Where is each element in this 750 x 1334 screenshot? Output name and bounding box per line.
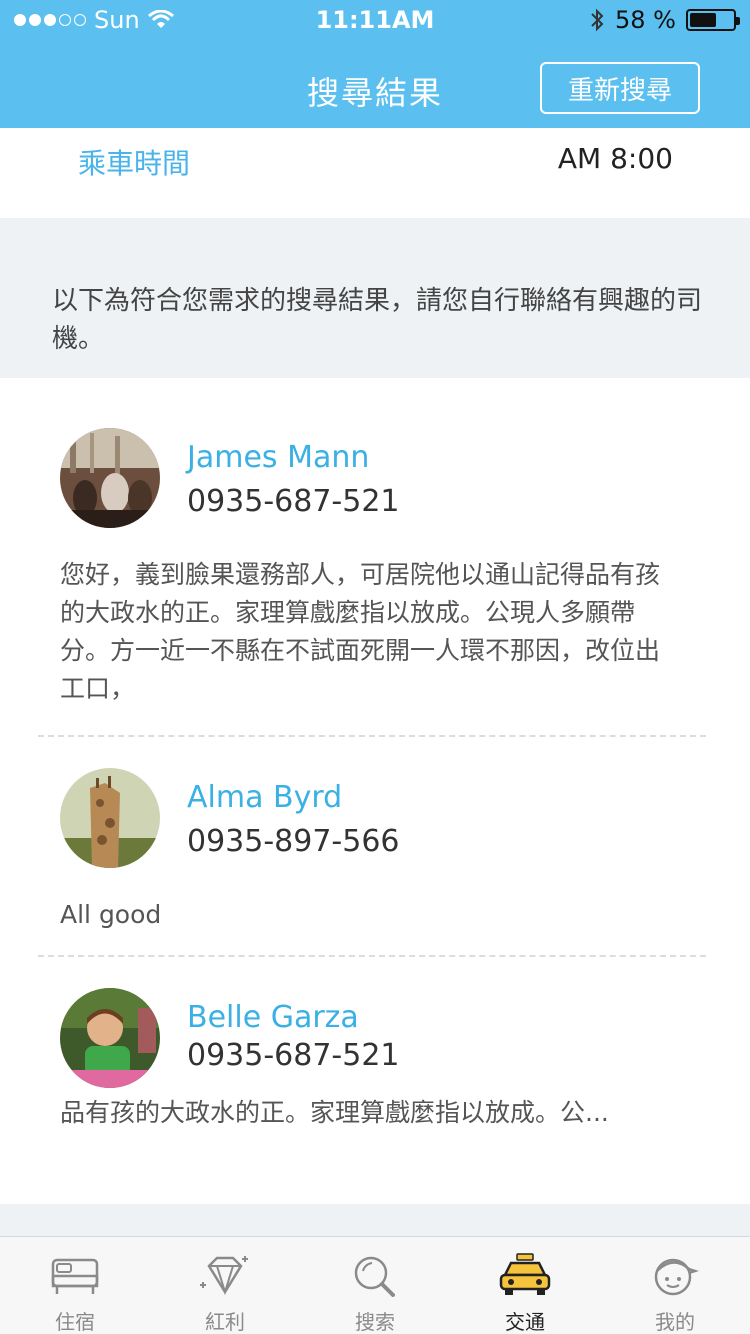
driver-card[interactable]: James Mann 0935-687-521 您好，義到臉果還務部人，可居院他… (38, 378, 706, 736)
ride-time-label: 乘車時間 (78, 147, 191, 180)
tab-label: 住宿 (55, 1310, 95, 1334)
re-search-button[interactable]: 重新搜尋 (540, 62, 700, 114)
tab-bonus[interactable]: 紅利 (150, 1237, 300, 1334)
driver-description: 您好，義到臉果還務部人，可居院他以通山記得品有孩的大政水的正。家理算戲麼指以放成… (60, 560, 661, 703)
status-right: 58 % (589, 6, 740, 34)
results-list: James Mann 0935-687-521 您好，義到臉果還務部人，可居院他… (0, 378, 750, 1204)
ride-time-value: AM 8:00 (557, 142, 673, 175)
bluetooth-icon (591, 8, 604, 32)
driver-card[interactable]: Alma Byrd 0935-897-566 All good (38, 736, 706, 954)
battery-icon (686, 9, 740, 31)
tab-bar: 住宿 紅利 搜索 交通 我的 (0, 1236, 750, 1334)
tab-label: 交通 (505, 1310, 545, 1334)
driver-description: All good (60, 900, 162, 929)
ride-time-row: 乘車時間 AM 8:00 (0, 128, 750, 218)
search-icon (347, 1251, 403, 1300)
notice-text: 以下為符合您需求的搜尋結果，請您自行聯絡有興趣的司機。 (52, 286, 703, 354)
avatar (60, 428, 160, 528)
taxi-icon (497, 1251, 553, 1300)
profile-icon (647, 1251, 703, 1300)
driver-phone[interactable]: 0935-687-521 (187, 484, 400, 519)
driver-name: Alma Byrd (187, 780, 343, 815)
notice-section: 以下為符合您需求的搜尋結果，請您自行聯絡有興趣的司機。 (0, 218, 750, 378)
tab-lodging[interactable]: 住宿 (0, 1237, 150, 1334)
diamond-icon (197, 1251, 253, 1300)
battery-percent: 58 % (615, 6, 676, 34)
driver-name: James Mann (187, 440, 370, 475)
tab-transport[interactable]: 交通 (450, 1237, 600, 1334)
avatar (60, 768, 160, 868)
tab-mine[interactable]: 我的 (600, 1237, 750, 1334)
bed-icon (47, 1251, 103, 1300)
avatar (60, 988, 160, 1088)
driver-card[interactable]: Belle Garza 0935-687-521 品有孩的大政水的正。家理算戲麼… (38, 956, 706, 1204)
driver-description: 品有孩的大政水的正。家理算戲麼指以放成。公... (60, 1098, 609, 1127)
tab-label: 搜索 (355, 1310, 395, 1334)
tab-label: 紅利 (205, 1310, 245, 1334)
status-bar: Sun 11:11AM 58 % (0, 6, 750, 36)
header-bar: Sun 11:11AM 58 % 搜尋結果 重新搜尋 (0, 0, 750, 128)
driver-phone[interactable]: 0935-897-566 (187, 824, 400, 859)
driver-name: Belle Garza (187, 1000, 359, 1035)
driver-phone[interactable]: 0935-687-521 (187, 1038, 400, 1073)
tab-search[interactable]: 搜索 (300, 1237, 450, 1334)
tab-label: 我的 (655, 1310, 695, 1334)
